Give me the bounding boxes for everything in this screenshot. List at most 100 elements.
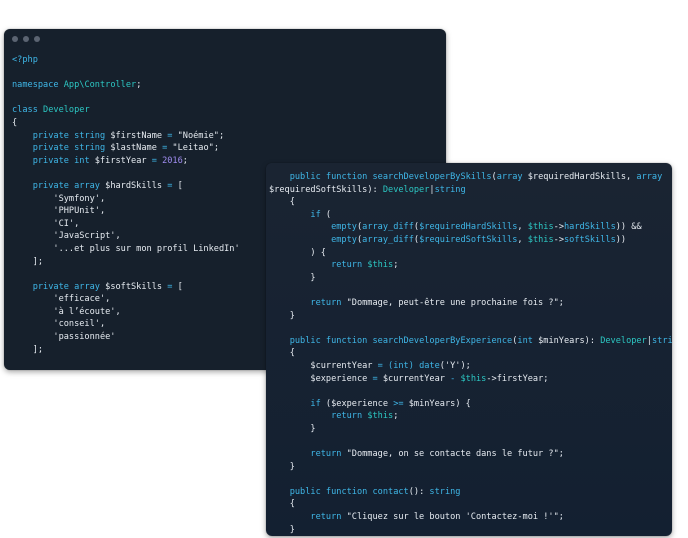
code-token: searchDeveloperByExperience <box>372 335 513 346</box>
code-token: ; <box>558 512 564 523</box>
code-token: private <box>12 143 75 154</box>
code-token: ; <box>543 373 549 384</box>
code-line: } <box>269 461 672 474</box>
code-token: array <box>74 180 106 191</box>
code-line: empty(array_diff($requiredHardSkills, $t… <box>269 221 672 234</box>
code-token: $currentYear <box>269 360 373 371</box>
code-token: if <box>269 398 326 409</box>
code-token: $this <box>527 222 554 233</box>
code-token: string <box>74 130 111 141</box>
code-token: 'JavaScript', <box>12 231 121 242</box>
code-line: { <box>269 347 672 360</box>
code-line: return "Dommage, on se contacte dans le … <box>269 448 672 461</box>
code-token: namespace <box>12 80 64 91</box>
code-token: string <box>74 143 111 154</box>
code-line: private string $lastName = "Leitao"; <box>12 142 446 155</box>
code-token: $requiredHardSkills <box>419 222 518 233</box>
code-line: } <box>269 310 672 323</box>
code-token: $this <box>527 234 554 245</box>
code-token: function <box>325 172 373 182</box>
code-token: $softSkills <box>105 281 163 292</box>
code-token: -> <box>486 373 497 384</box>
code-token: public <box>269 335 326 346</box>
code-line: ​ <box>269 284 672 297</box>
code-line: return $this; <box>269 410 672 423</box>
code-line: ​ <box>269 385 672 398</box>
code-token: } <box>269 461 295 472</box>
code-token: = <box>162 180 178 191</box>
code-line: ​ <box>269 473 672 486</box>
code-token: Developer <box>600 335 647 346</box>
code-token: private <box>12 281 75 292</box>
code-token: return <box>269 512 347 523</box>
code-token: { <box>269 348 295 359</box>
code-token: "Cliquez sur le bouton 'Contactez-moi !'… <box>346 512 559 523</box>
code-token: "Noémie" <box>177 130 219 141</box>
code-token: array <box>636 172 663 182</box>
code-token: $requiredSoftSkills <box>269 184 368 195</box>
code-token: = <box>162 281 178 292</box>
code-token: string <box>651 335 672 346</box>
code-token: searchDeveloperBySkills <box>372 172 492 182</box>
window-control-dot[interactable] <box>34 36 40 42</box>
code-token: = <box>162 130 178 141</box>
code-line: private string $firstName = "Noémie"; <box>12 130 446 143</box>
code-line: return $this; <box>269 259 672 272</box>
code-line: ​ <box>269 322 672 335</box>
code-token: array_diff <box>362 222 414 233</box>
code-token: "Leitao" <box>172 143 214 154</box>
code-token: "Dommage, on se contacte dans le futur ?… <box>346 449 559 460</box>
code-token: ) { <box>269 247 326 258</box>
code-token: array <box>74 281 106 292</box>
code-token: ]; <box>12 256 44 267</box>
code-line: namespace App\Controller; <box>12 79 446 92</box>
code-line: ​ <box>269 435 672 448</box>
code-token: ( <box>325 209 332 220</box>
code-token: )) <box>615 234 627 245</box>
code-line: } <box>269 423 672 436</box>
code-token: = <box>372 360 389 371</box>
code-token: )) && <box>615 222 642 233</box>
code-token: (int) <box>388 360 420 371</box>
code-token: -> <box>553 222 564 233</box>
code-line: <?php <box>12 54 446 67</box>
code-token: $minYears <box>538 335 585 346</box>
code-line: { <box>269 498 672 511</box>
window-control-dot[interactable] <box>12 36 18 42</box>
code-token: public <box>269 172 326 182</box>
code-token: , <box>626 172 637 182</box>
code-token: $requiredHardSkills <box>527 172 627 182</box>
code-token: 'efficace', <box>12 294 111 305</box>
code-line: ) { <box>269 247 672 260</box>
code-token: } <box>269 524 295 535</box>
code-token: array <box>496 172 528 182</box>
code-window-methods: public function searchDeveloperBySkills (… <box>266 163 672 536</box>
code-token: <?php <box>12 55 38 65</box>
code-token: '...et plus sur mon profil LinkedIn' <box>12 243 240 254</box>
code-token: $currentYear <box>382 373 445 384</box>
code-token: = <box>156 143 173 154</box>
window-control-dot[interactable] <box>23 36 29 42</box>
code-token: 'CI', <box>12 218 80 229</box>
code-token: ): <box>367 184 383 195</box>
code-token: = <box>146 155 163 166</box>
code-token: ('Y'); <box>439 360 471 371</box>
code-token: int <box>74 155 95 166</box>
code-token: 'PHPUnit', <box>12 206 106 217</box>
code-token: , <box>517 234 528 245</box>
code-line: public function contact(): string <box>269 486 672 499</box>
code-token: return <box>269 449 347 460</box>
code-token: $hardSkills <box>105 180 163 191</box>
code-token: date <box>419 360 440 371</box>
code-token: $firstName <box>110 130 163 141</box>
code-token: $experience <box>269 373 368 384</box>
code-token: 2016 <box>162 155 183 166</box>
code-line: $requiredSoftSkills): Developer|string <box>269 184 672 197</box>
code-token: ; <box>558 449 564 460</box>
code-token: ; <box>393 260 399 271</box>
code-token: hardSkills <box>564 222 616 233</box>
window-titlebar <box>4 29 446 49</box>
code-token: $minYears <box>408 398 456 409</box>
code-token: string <box>434 184 466 195</box>
code-token: ): <box>584 335 601 346</box>
